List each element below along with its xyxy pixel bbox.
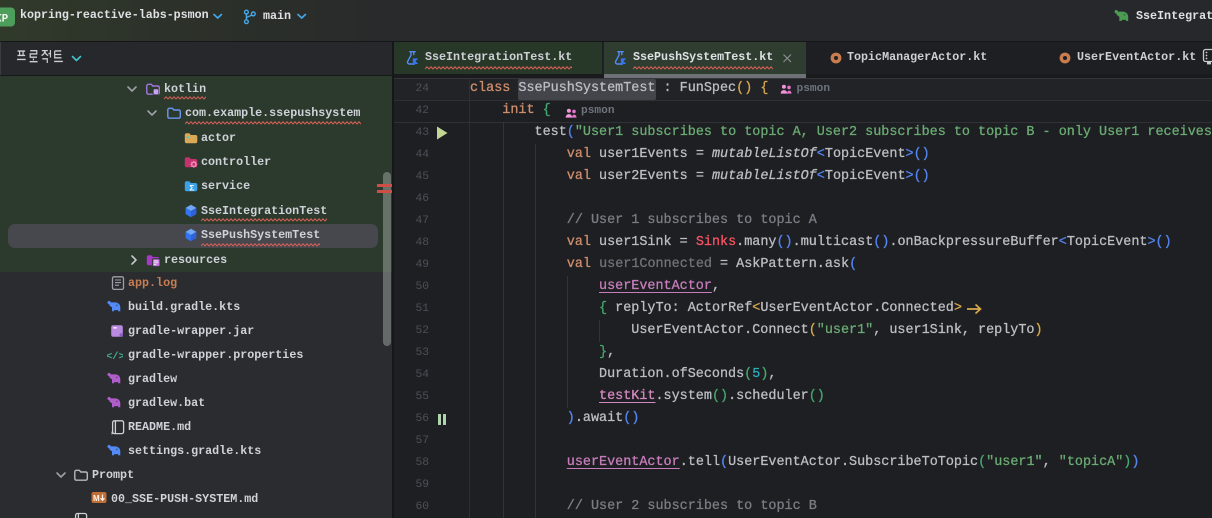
svg-text:KP: KP (0, 14, 9, 26)
svg-text:Σ: Σ (189, 184, 194, 194)
svg-text:</>: </> (107, 351, 123, 363)
svg-text:M: M (93, 494, 100, 503)
